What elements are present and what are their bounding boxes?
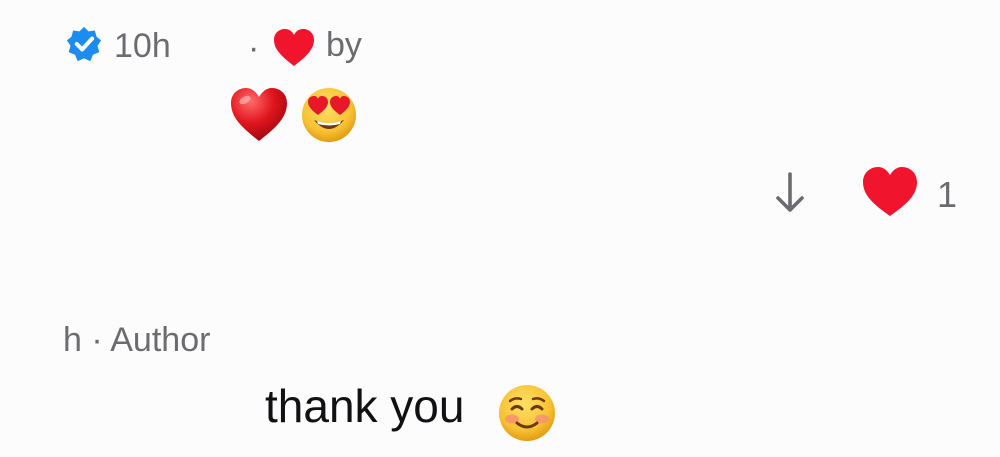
heart-eyes-emoji: [302, 88, 356, 142]
liked-heart-icon: [274, 29, 314, 66]
separator-dot: ·: [248, 29, 260, 67]
reply-text: thank you: [265, 380, 465, 432]
red-heart-emoji: [231, 88, 287, 141]
verified-badge-icon: [66, 26, 102, 62]
smiling-face-emoji: [499, 385, 555, 441]
reply-author-meta: h · Author: [63, 321, 211, 359]
like-count: 1: [937, 174, 958, 215]
arrow-down-icon[interactable]: [772, 170, 808, 216]
like-heart-button[interactable]: [861, 166, 919, 218]
comment-time: 10h: [114, 27, 171, 65]
liked-by-label: by: [326, 26, 362, 64]
